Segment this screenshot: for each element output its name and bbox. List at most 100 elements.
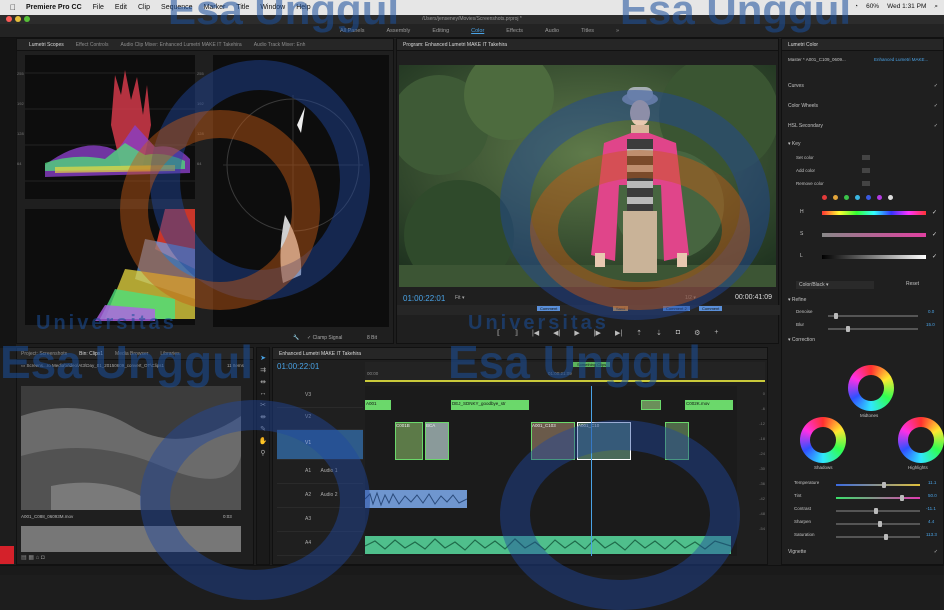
preset-red[interactable] [822, 195, 827, 200]
slider-knob[interactable] [878, 521, 882, 527]
clip-name[interactable]: A001_C088_06093M.mov [21, 514, 73, 519]
bit-depth-select[interactable]: 8 Bit [367, 335, 377, 341]
sharpen-value[interactable]: 4.4 [928, 519, 934, 524]
ws-color[interactable]: Color [471, 28, 484, 34]
section-vignette[interactable]: Vignette ✓ [788, 549, 938, 555]
tab-audio-track-mixer[interactable]: Audio Track Mixer: Enh [254, 42, 306, 48]
saturation-range-slider[interactable] [822, 233, 926, 237]
saturation-value[interactable]: 113.3 [926, 532, 937, 537]
sequence-clip-select[interactable]: Enhanced Lumetri MAKE... [874, 57, 944, 62]
wifi-icon[interactable]: ◔ [854, 3, 858, 11]
clock[interactable]: Wed 1:31 PM [887, 3, 926, 11]
ws-editing[interactable]: Editing [432, 28, 449, 34]
section-curves[interactable]: Curves ✓ [788, 83, 938, 89]
clip-v3-c002k[interactable]: C002K.mov [685, 400, 733, 410]
clip-v1-c001b[interactable]: C001B [395, 422, 423, 460]
preset-orange[interactable] [833, 195, 838, 200]
slider-knob[interactable] [900, 495, 904, 501]
hsl-enable-check[interactable]: ✓ [934, 123, 938, 129]
preset-green[interactable] [844, 195, 849, 200]
light-enable-check[interactable]: ✓ [932, 253, 937, 260]
ws-more[interactable]: » [616, 28, 619, 34]
section-color-wheels[interactable]: Color Wheels ✓ [788, 103, 938, 109]
menu-edit[interactable]: Edit [115, 4, 127, 11]
add-color-swatch[interactable] [862, 168, 870, 173]
ws-audio[interactable]: Audio [545, 28, 559, 34]
tab-audio-clip-mixer[interactable]: Audio Clip Mixer: Enhanced Lumetri MAKE … [120, 42, 241, 48]
shadows-wheel[interactable] [800, 417, 846, 463]
tab-lumetri-scopes[interactable]: Lumetri Scopes [29, 42, 64, 48]
menu-file[interactable]: File [93, 4, 104, 11]
wheels-enable-check[interactable]: ✓ [934, 103, 938, 109]
blur-slider[interactable] [828, 326, 918, 332]
rate-stretch-icon[interactable]: ↔ [260, 390, 267, 397]
selection-tool-icon[interactable]: ➤ [260, 354, 266, 362]
audio-clip-a2[interactable] [364, 490, 468, 508]
timeline-timecode[interactable]: 01:00:22:01 [277, 362, 319, 371]
color-presets [822, 195, 893, 200]
tint-value[interactable]: 50.0 [928, 493, 937, 498]
saturation-slider[interactable] [836, 534, 920, 540]
marker-comment-3[interactable]: Comment [699, 306, 723, 311]
correction-subsection[interactable]: ▾ Correction [788, 337, 815, 343]
preset-blue[interactable] [866, 195, 871, 200]
tint-slider[interactable] [836, 495, 920, 501]
midtones-wheel[interactable] [848, 365, 894, 411]
tab-program[interactable]: Program: Enhanced Lumetri MAKE IT Takehi… [403, 42, 507, 48]
ws-effects[interactable]: Effects [506, 28, 523, 34]
ws-titles[interactable]: Titles [581, 28, 594, 34]
preset-white[interactable] [888, 195, 893, 200]
contrast-slider[interactable] [836, 508, 920, 514]
clip-v3-small[interactable] [641, 400, 661, 410]
reset-button[interactable]: Reset [906, 281, 919, 287]
preset-magenta[interactable] [877, 195, 882, 200]
marker-comment[interactable]: Comment [537, 306, 561, 311]
sat-enable-check[interactable]: ✓ [932, 231, 937, 238]
program-timecode[interactable]: 01:00:22:01 [403, 294, 445, 303]
preset-cyan[interactable] [855, 195, 860, 200]
mask-preset-select[interactable]: Color/Black ▾ [796, 281, 874, 289]
battery-level[interactable]: 60% [866, 3, 879, 11]
sharpen-slider[interactable] [836, 521, 920, 527]
refine-subsection[interactable]: ▾ Refine [788, 297, 806, 303]
temperature-slider[interactable] [836, 482, 920, 488]
clip-v3-goodbye[interactable]: DEJ_SDNKY_goodbye_str [451, 400, 529, 410]
track-select-icon[interactable]: ⇉ [260, 366, 266, 374]
add-button-icon[interactable]: + [714, 329, 718, 337]
lightness-range-slider[interactable] [822, 255, 926, 259]
clamp-signal-toggle[interactable]: ✓ Clamp Signal [307, 335, 342, 341]
ripple-edit-icon[interactable]: ⇹ [260, 378, 266, 386]
slider-knob[interactable] [882, 482, 886, 488]
slider-knob[interactable] [884, 534, 888, 540]
key-subsection[interactable]: ▾ Key [788, 141, 801, 147]
menu-clip[interactable]: Clip [138, 4, 150, 11]
tab-effect-controls[interactable]: Effect Controls [76, 42, 109, 48]
denoise-slider[interactable] [828, 313, 918, 319]
clip-v3-a001[interactable]: A001 [365, 400, 391, 410]
bin-footer-icons[interactable]: ▤ ▦ ⌂ ◘ [21, 554, 45, 561]
section-hsl-secondary[interactable]: HSL Secondary ✓ [788, 123, 938, 129]
remove-color-swatch[interactable] [862, 181, 870, 186]
temperature-value[interactable]: 11.1 [928, 480, 936, 485]
vignette-enable-check[interactable]: ✓ [934, 549, 938, 555]
slider-knob[interactable] [874, 508, 878, 514]
denoise-value[interactable]: 0.0 [928, 309, 934, 314]
clip-v1-bca[interactable]: BCA [425, 422, 449, 460]
search-icon[interactable]: ⌕ [934, 3, 938, 11]
master-clip-select[interactable]: Master * A001_C109_0609... [788, 57, 870, 62]
app-menu[interactable]: Premiere Pro CC [26, 4, 82, 11]
highlights-wheel[interactable] [898, 417, 944, 463]
slider-knob[interactable] [834, 313, 838, 319]
apple-icon[interactable]:  [10, 3, 16, 12]
set-color-swatch[interactable] [862, 155, 870, 160]
contrast-value[interactable]: -11.1 [926, 506, 936, 511]
hue-range-slider[interactable] [822, 211, 926, 215]
hue-enable-check[interactable]: ✓ [932, 209, 937, 216]
blur-value[interactable]: 15.0 [926, 322, 935, 327]
slider-knob[interactable] [846, 326, 850, 332]
curves-enable-check[interactable]: ✓ [934, 83, 938, 89]
zoom-fit-select[interactable]: Fit ▾ [455, 295, 464, 301]
tab-lumetri-color[interactable]: Lumetri Color [788, 42, 818, 48]
tab-sequence[interactable]: Enhanced Lumetri MAKE IT Takehira [279, 351, 361, 357]
wrench-icon[interactable]: 🔧 [293, 335, 299, 341]
